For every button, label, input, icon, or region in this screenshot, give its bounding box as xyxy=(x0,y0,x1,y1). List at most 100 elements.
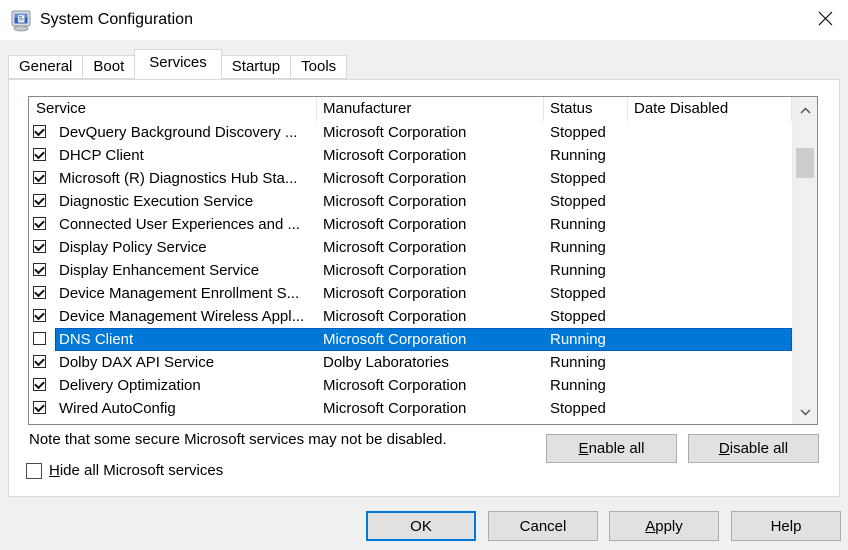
enable-all-label: nable all xyxy=(589,440,645,457)
apply-button[interactable]: Apply xyxy=(609,511,719,541)
service-row[interactable]: DHCP ClientMicrosoft CorporationRunning xyxy=(29,144,792,167)
scrollbar-thumb[interactable] xyxy=(796,148,814,178)
services-list: Service Manufacturer Status Date Disable… xyxy=(28,96,818,425)
service-checkbox[interactable] xyxy=(33,309,46,322)
service-row-cells: Diagnostic Execution ServiceMicrosoft Co… xyxy=(55,190,792,213)
service-checkbox[interactable] xyxy=(33,240,46,253)
cell-date_disabled xyxy=(628,259,792,282)
disable-all-button[interactable]: Disable all xyxy=(688,434,819,463)
cell-manufacturer: Microsoft Corporation xyxy=(317,374,544,397)
cell-status: Running xyxy=(544,328,628,351)
cell-date_disabled xyxy=(628,144,792,167)
service-row[interactable]: DevQuery Background Discovery ...Microso… xyxy=(29,121,792,144)
cell-status: Running xyxy=(544,236,628,259)
service-row[interactable]: Dolby DAX API ServiceDolby LaboratoriesR… xyxy=(29,351,792,374)
cell-status: Stopped xyxy=(544,167,628,190)
service-row[interactable]: Connected User Experiences and ...Micros… xyxy=(29,213,792,236)
help-button[interactable]: Help xyxy=(731,511,841,541)
scroll-up-button[interactable] xyxy=(793,97,817,122)
service-row-cells: DevQuery Background Discovery ...Microso… xyxy=(55,121,792,144)
cell-date_disabled xyxy=(628,167,792,190)
service-row[interactable]: Display Policy ServiceMicrosoft Corporat… xyxy=(29,236,792,259)
hide-microsoft-services-label[interactable]: Hide all Microsoft services xyxy=(49,462,223,479)
column-header-status[interactable]: Status xyxy=(544,97,628,121)
cell-date_disabled xyxy=(628,351,792,374)
service-checkbox[interactable] xyxy=(33,332,46,345)
cell-date_disabled xyxy=(628,213,792,236)
column-header-manufacturer[interactable]: Manufacturer xyxy=(317,97,544,121)
service-row[interactable]: Delivery OptimizationMicrosoft Corporati… xyxy=(29,374,792,397)
service-checkbox[interactable] xyxy=(33,148,46,161)
cell-status: Running xyxy=(544,144,628,167)
service-row[interactable]: DNS ClientMicrosoft CorporationRunning xyxy=(29,328,792,351)
scroll-down-button[interactable] xyxy=(793,399,817,424)
service-row-cells: DNS ClientMicrosoft CorporationRunning xyxy=(55,328,792,351)
service-row-cells: Delivery OptimizationMicrosoft Corporati… xyxy=(55,374,792,397)
cell-date_disabled xyxy=(628,236,792,259)
cell-status: Running xyxy=(544,213,628,236)
msconfig-app-icon xyxy=(10,9,34,33)
list-header: Service Manufacturer Status Date Disable… xyxy=(29,97,792,121)
cell-date_disabled xyxy=(628,420,792,422)
vertical-scrollbar[interactable] xyxy=(792,97,817,424)
hide-label-mnemonic: H xyxy=(49,462,60,479)
service-row-cells: Device Management Wireless Appl...Micros… xyxy=(55,305,792,328)
cell-status: Stopped xyxy=(544,305,628,328)
service-row[interactable]: Device Management Wireless Appl...Micros… xyxy=(29,305,792,328)
cell-manufacturer: Microsoft Corporation xyxy=(317,236,544,259)
services-tab-page: Service Manufacturer Status Date Disable… xyxy=(8,79,840,497)
cell-status: Stopped xyxy=(544,397,628,420)
cell-service: Display Policy Service xyxy=(55,236,317,259)
cell-manufacturer: Microsoft Corporation xyxy=(317,190,544,213)
tab-services[interactable]: Services xyxy=(134,49,222,79)
service-row[interactable]: Display Enhancement ServiceMicrosoft Cor… xyxy=(29,259,792,282)
service-row[interactable]: Microsoft (R) Diagnostics Hub Sta...Micr… xyxy=(29,167,792,190)
window-title: System Configuration xyxy=(40,10,193,30)
close-button[interactable] xyxy=(802,0,848,40)
service-row[interactable]: Wired AutoConfigMicrosoft CorporationSto… xyxy=(29,397,792,420)
chevron-up-icon xyxy=(800,101,811,119)
service-row[interactable]: Device Management Enrollment S...Microso… xyxy=(29,282,792,305)
system-configuration-window: System Configuration General Boot Servic… xyxy=(0,0,848,550)
service-row-cells: Display Enhancement ServiceMicrosoft Cor… xyxy=(55,259,792,282)
service-checkbox[interactable] xyxy=(33,378,46,391)
service-checkbox[interactable] xyxy=(33,286,46,299)
column-header-date-disabled[interactable]: Date Disabled xyxy=(628,97,792,121)
apply-mnemonic: A xyxy=(645,518,655,535)
cell-status: Running xyxy=(544,259,628,282)
hide-label-rest: ide all Microsoft services xyxy=(60,462,223,479)
service-checkbox[interactable] xyxy=(33,171,46,184)
service-checkbox[interactable] xyxy=(33,401,46,414)
service-row[interactable]: Diagnostic Execution ServiceMicrosoft Co… xyxy=(29,190,792,213)
service-checkbox[interactable] xyxy=(33,355,46,368)
cancel-button[interactable]: Cancel xyxy=(488,511,598,541)
cell-status: Running xyxy=(544,374,628,397)
hide-microsoft-services-checkbox[interactable] xyxy=(26,463,42,479)
service-checkbox[interactable] xyxy=(33,263,46,276)
cell-date_disabled xyxy=(628,282,792,305)
cell-manufacturer: Microsoft Corporation xyxy=(317,213,544,236)
service-checkbox[interactable] xyxy=(33,217,46,230)
service-checkbox[interactable] xyxy=(33,125,46,138)
tab-general[interactable]: General xyxy=(8,55,83,79)
cell-service: Diagnostic Execution Service xyxy=(55,190,317,213)
cell-manufacturer: Microsoft Corporation xyxy=(317,397,544,420)
column-header-service[interactable]: Service xyxy=(29,97,317,121)
cell-manufacturer: Microsoft Corporation xyxy=(317,167,544,190)
tab-boot[interactable]: Boot xyxy=(82,55,135,79)
service-row-cells: Connected User Experiences and ...Micros… xyxy=(55,213,792,236)
ok-button[interactable]: OK xyxy=(366,511,476,541)
service-row[interactable] xyxy=(29,420,792,422)
cell-status: Stopped xyxy=(544,282,628,305)
service-rows: DevQuery Background Discovery ...Microso… xyxy=(29,121,792,422)
tab-tools[interactable]: Tools xyxy=(290,55,347,79)
cell-service: Wired AutoConfig xyxy=(55,397,317,420)
tab-startup[interactable]: Startup xyxy=(221,55,291,79)
service-row-cells: Display Policy ServiceMicrosoft Corporat… xyxy=(55,236,792,259)
service-checkbox[interactable] xyxy=(33,194,46,207)
cell-date_disabled xyxy=(628,121,792,144)
cell-manufacturer xyxy=(317,420,544,422)
close-icon xyxy=(818,11,833,29)
enable-all-button[interactable]: Enable all xyxy=(546,434,677,463)
hide-microsoft-services-control: Hide all Microsoft services xyxy=(26,462,223,479)
